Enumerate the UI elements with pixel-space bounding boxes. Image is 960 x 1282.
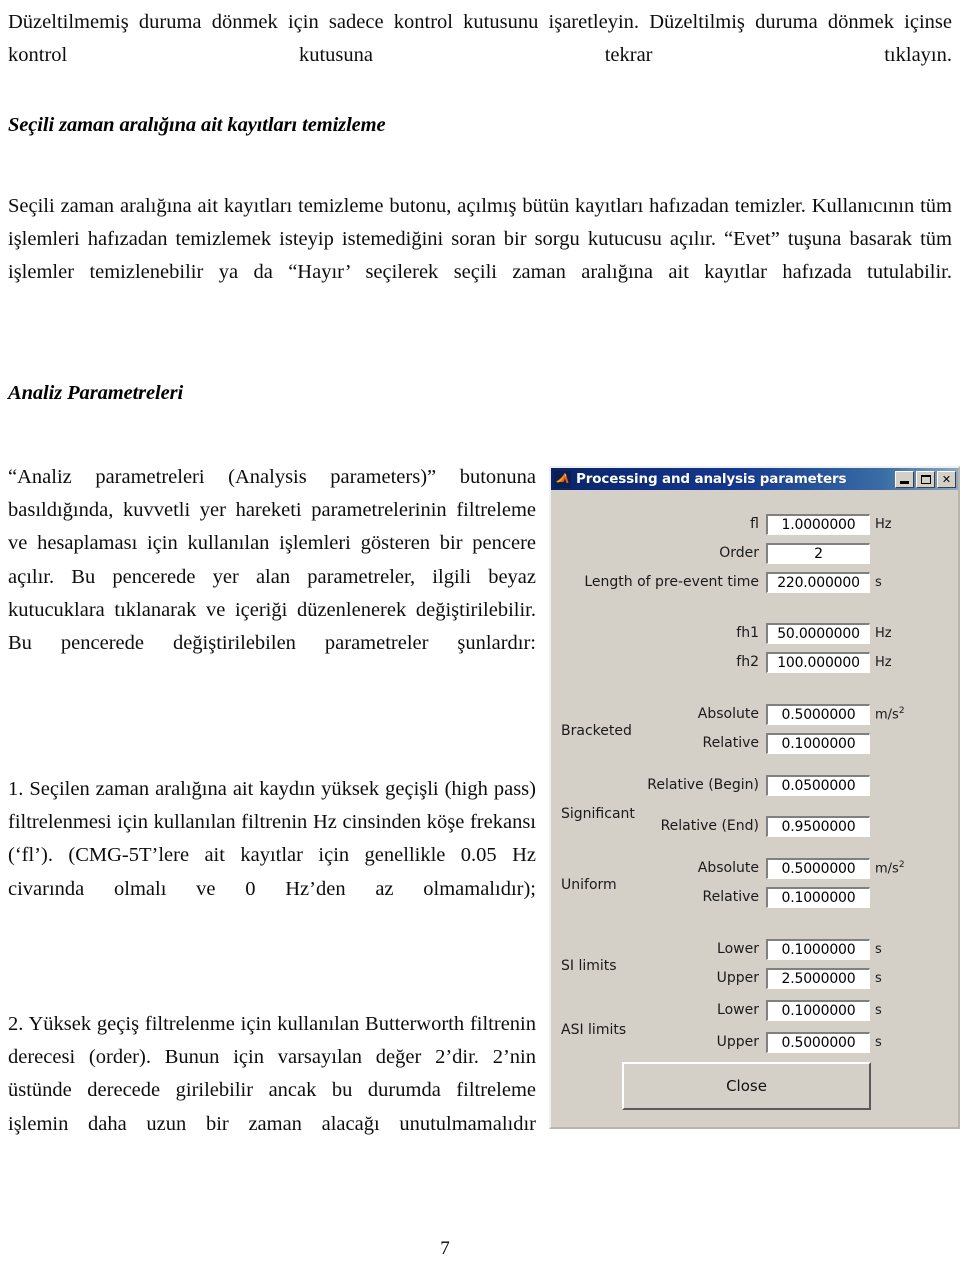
parameter-unit-text: m/s bbox=[875, 707, 899, 723]
parameter-unit: s bbox=[875, 1002, 882, 1018]
window-controls: ✕ bbox=[895, 470, 956, 488]
parameter-unit: Hz bbox=[875, 625, 892, 641]
parameter-row: Uniform Relative 0.1000000 bbox=[551, 877, 958, 909]
parameter-row: Length of pre-event time 220.000000 s bbox=[551, 570, 958, 594]
paragraph-1: Düzeltilmemiş duruma dönmek için sadece … bbox=[8, 11, 952, 67]
close-icon[interactable]: ✕ bbox=[937, 470, 956, 488]
close-button[interactable]: Close bbox=[622, 1062, 871, 1110]
parameter-label: Order bbox=[719, 545, 759, 561]
parameter-input[interactable]: 220.000000 bbox=[766, 571, 870, 593]
parameter-input[interactable]: 100.000000 bbox=[766, 651, 870, 673]
parameter-input[interactable]: 0.1000000 bbox=[766, 938, 870, 960]
parameter-row: Significant Relative (End) 0.9500000 bbox=[551, 806, 958, 838]
paragraph-5: 2. Yüksek geçiş filtrelenme için kullanı… bbox=[8, 1013, 536, 1135]
parameter-unit-exponent: 2 bbox=[898, 705, 905, 716]
parameter-unit: s bbox=[875, 970, 882, 986]
parameter-row: Bracketed Relative 0.1000000 bbox=[551, 723, 958, 755]
dialog-titlebar[interactable]: Processing and analysis parameters ✕ bbox=[551, 468, 958, 490]
parameter-label: fh1 bbox=[736, 625, 759, 641]
parameter-unit: m/s2 bbox=[875, 706, 905, 722]
parameter-input[interactable]: 2 bbox=[766, 542, 870, 564]
parameter-row: Order 2 bbox=[551, 541, 958, 565]
paragraph-4: 1. Seçilen zaman aralığına ait kaydın yü… bbox=[8, 778, 536, 900]
parameter-label: Lower bbox=[717, 1002, 759, 1018]
parameter-unit: Hz bbox=[875, 516, 892, 532]
parameter-unit: m/s2 bbox=[875, 860, 905, 876]
dialog-body: fl 1.0000000 Hz Order 2 Length of pre-event t… bbox=[551, 490, 958, 1127]
parameter-input[interactable]: 0.1000000 bbox=[766, 999, 870, 1021]
document-page: Düzeltilmemiş duruma dönmek için sadece … bbox=[0, 0, 960, 1282]
parameter-unit: s bbox=[875, 574, 882, 590]
parameter-input[interactable]: 0.1000000 bbox=[766, 886, 870, 908]
parameter-label: Relative (Begin) bbox=[647, 777, 759, 793]
parameter-row: fh2 100.000000 Hz bbox=[551, 650, 958, 674]
parameter-label: Absolute bbox=[697, 706, 759, 722]
parameter-row: Relative (Begin) 0.0500000 bbox=[551, 773, 958, 797]
parameter-row: fh1 50.0000000 Hz bbox=[551, 621, 958, 645]
parameter-row: ASI limits Upper 0.5000000 s bbox=[551, 1022, 958, 1054]
parameter-label: Absolute bbox=[697, 860, 759, 876]
parameter-unit-exponent: 2 bbox=[898, 859, 905, 870]
parameter-row: SI limits Upper 2.5000000 s bbox=[551, 958, 958, 990]
parameter-label: Relative bbox=[702, 889, 759, 905]
parameter-unit: s bbox=[875, 1034, 882, 1050]
minimize-icon[interactable] bbox=[895, 470, 914, 488]
parameter-input[interactable]: 0.0500000 bbox=[766, 774, 870, 796]
processing-and-analysis-parameters-window: Processing and analysis parameters ✕ fl 1… bbox=[549, 466, 960, 1129]
dialog-title: Processing and analysis parameters bbox=[576, 471, 847, 487]
parameter-input[interactable]: 2.5000000 bbox=[766, 967, 870, 989]
maximize-icon[interactable] bbox=[916, 470, 935, 488]
paragraph-2: Seçili zaman aralığına ait kayıtları tem… bbox=[8, 195, 952, 284]
parameter-label: fl bbox=[750, 516, 759, 532]
parameter-input[interactable]: 50.0000000 bbox=[766, 622, 870, 644]
parameter-label: Upper bbox=[716, 970, 759, 986]
section-heading-analysis-parameters: Analiz Parametreleri bbox=[8, 382, 184, 404]
parameter-input[interactable]: 0.5000000 bbox=[766, 703, 870, 725]
paragraph-3: “Analiz parametreleri (Analysis paramete… bbox=[8, 466, 536, 655]
matlab-logo-icon bbox=[554, 470, 571, 488]
parameter-input[interactable]: 0.5000000 bbox=[766, 857, 870, 879]
parameter-row: Lower 0.1000000 s bbox=[551, 998, 958, 1022]
parameter-input[interactable]: 1.0000000 bbox=[766, 513, 870, 535]
parameter-row: fl 1.0000000 Hz bbox=[551, 512, 958, 536]
parameter-unit-text: m/s bbox=[875, 861, 899, 877]
section-heading-clear-records: Seçili zaman aralığına ait kayıtları tem… bbox=[8, 114, 386, 136]
page-number: 7 bbox=[440, 1238, 450, 1259]
parameter-label: Relative (End) bbox=[660, 818, 759, 834]
parameter-input[interactable]: 0.9500000 bbox=[766, 815, 870, 837]
parameter-input[interactable]: 0.1000000 bbox=[766, 732, 870, 754]
parameter-label: Lower bbox=[717, 941, 759, 957]
parameter-unit: Hz bbox=[875, 654, 892, 670]
parameter-label: Length of pre-event time bbox=[584, 574, 759, 590]
parameter-unit: s bbox=[875, 941, 882, 957]
parameter-label: Upper bbox=[716, 1034, 759, 1050]
parameter-label: fh2 bbox=[736, 654, 759, 670]
parameter-label: Relative bbox=[702, 735, 759, 751]
parameter-input[interactable]: 0.5000000 bbox=[766, 1031, 870, 1053]
